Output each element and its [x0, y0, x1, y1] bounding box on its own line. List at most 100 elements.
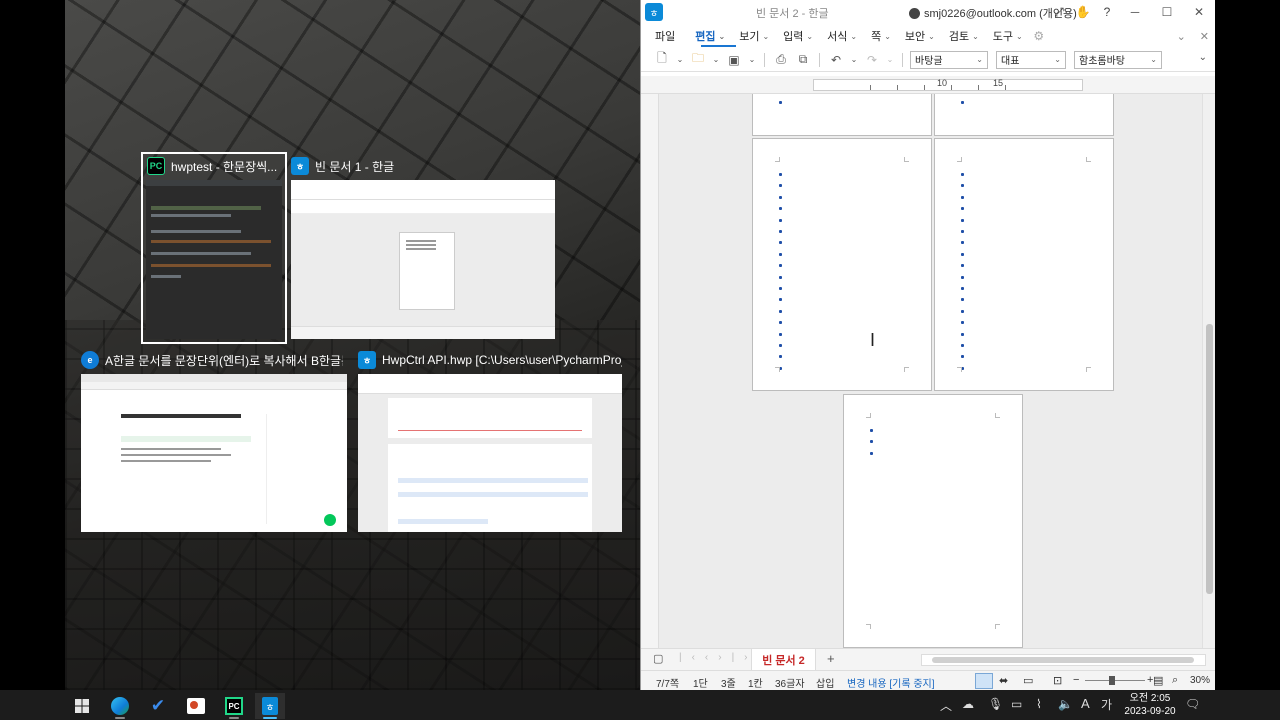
- page[interactable]: [752, 94, 932, 136]
- toolbar-divider: [764, 52, 765, 67]
- undo-icon[interactable]: ↶: [827, 51, 845, 69]
- paragraph-mark: [961, 230, 964, 233]
- horizontal-scrollbar[interactable]: [921, 654, 1206, 666]
- snap-window-pycharm[interactable]: PC hwptest - 한문장씩...: [141, 152, 287, 344]
- page[interactable]: [934, 138, 1114, 391]
- scrollbar-thumb[interactable]: [932, 657, 1194, 663]
- new-document-icon[interactable]: 🗋: [653, 51, 671, 69]
- taskbar-hangul[interactable]: ㅎ: [255, 693, 285, 719]
- notification-icon[interactable]: 🗨: [1185, 697, 1200, 711]
- crop-mark: [1086, 367, 1091, 372]
- minimize-button[interactable]: ─: [1119, 0, 1151, 24]
- ime-korean[interactable]: 가: [1101, 696, 1112, 713]
- hand-icon[interactable]: ✋: [1071, 0, 1095, 24]
- vertical-scrollbar[interactable]: [1202, 94, 1216, 648]
- zoom-level[interactable]: 30%: [1190, 675, 1210, 686]
- clock[interactable]: 오전 2:05 2023-09-20: [1120, 692, 1180, 718]
- view-normal-icon[interactable]: [975, 673, 993, 689]
- hangul-icon[interactable]: ㅎ: [645, 3, 663, 21]
- snap-window-hwpctrl[interactable]: ㅎ HwpCtrl API.hwp [C:\Users\user\Pycharm…: [357, 348, 623, 534]
- snap-window-edge[interactable]: e A한글 문서를 문장단위(엔터)로 복사해서 B한글문서에...: [80, 348, 348, 534]
- view-fit-icon[interactable]: ⊡: [1053, 674, 1062, 687]
- expand-icon[interactable]: ⤢: [1047, 0, 1071, 24]
- redo-icon[interactable]: ↷: [863, 51, 881, 69]
- edge-icon: [111, 697, 129, 715]
- volume-icon[interactable]: 🔈: [1058, 697, 1073, 711]
- tab-document[interactable]: 빈 문서 2: [751, 649, 816, 671]
- menu-view[interactable]: 보기 ⌄: [732, 24, 776, 48]
- menu-label: 편집: [695, 31, 716, 43]
- print-preview-icon[interactable]: ⧉: [794, 51, 812, 69]
- status-track-changes[interactable]: 변경 내용 [기록 중지]: [847, 675, 935, 690]
- help-icon[interactable]: ?: [1095, 0, 1119, 24]
- chevron-down-icon[interactable]: ⌄: [1177, 30, 1186, 43]
- battery-icon[interactable]: ▭: [1011, 697, 1022, 711]
- chevron-down-icon[interactable]: ⌄: [711, 51, 721, 69]
- zoom-slider-thumb[interactable]: [1109, 676, 1115, 685]
- zoom-slider[interactable]: [1085, 680, 1145, 681]
- close-ribbon-icon[interactable]: ✕: [1200, 30, 1209, 43]
- menu-label: 도구: [992, 31, 1014, 43]
- print-icon[interactable]: ⎙: [772, 51, 790, 69]
- tab-list-icon[interactable]: ▢: [653, 652, 663, 665]
- menu-insert[interactable]: 입력 ⌄: [776, 24, 820, 48]
- chevron-down-icon: ⌄: [1016, 31, 1023, 41]
- edge-thumbnail: [81, 374, 347, 532]
- microphone-icon[interactable]: 🎙: [988, 697, 1003, 711]
- menu-file[interactable]: 파일: [641, 24, 682, 48]
- document-title: 빈 문서 2 - 한글: [756, 8, 829, 20]
- chevron-down-icon[interactable]: ⌄: [849, 51, 859, 69]
- status-chars: 36글자: [775, 679, 805, 690]
- page[interactable]: [843, 394, 1023, 648]
- tray-overflow-icon[interactable]: ︿: [940, 697, 952, 714]
- start-button[interactable]: [67, 693, 97, 719]
- toolbar-divider: [819, 52, 820, 67]
- menu-format[interactable]: 서식 ⌄: [820, 24, 864, 48]
- view-grid-icon[interactable]: ▤: [1153, 674, 1163, 687]
- add-tab-button[interactable]: +: [827, 651, 835, 666]
- ruler-tick: [870, 85, 871, 90]
- taskbar-edge[interactable]: [105, 693, 135, 719]
- menu-page[interactable]: 쪽 ⌄: [864, 24, 898, 48]
- tab-nav-arrows-icon[interactable]: |‹‹›|›: [679, 652, 758, 663]
- scrollbar-thumb[interactable]: [1206, 324, 1213, 594]
- paragraph-mark: [779, 321, 782, 325]
- wifi-icon[interactable]: ⌇: [1036, 697, 1042, 711]
- taskbar-pycharm[interactable]: PC: [219, 693, 249, 719]
- zoom-search-icon[interactable]: ⌕: [1172, 674, 1178, 687]
- status-mode[interactable]: 삽입: [816, 675, 834, 690]
- snap-window-hangul-doc1[interactable]: ㅎ 빈 문서 1 - 한글: [288, 154, 556, 342]
- chevron-down-icon[interactable]: ⌄: [747, 51, 757, 69]
- close-button[interactable]: ✕: [1183, 0, 1215, 24]
- snap-title-row: e A한글 문서를 문장단위(엔터)로 복사해서 B한글문서에...: [81, 348, 343, 372]
- snap-assist-area: PC hwptest - 한문장씩... ㅎ 빈 문서 1 - 한글 e A한글…: [65, 0, 640, 690]
- language-select[interactable]: 대표 ⌄: [996, 50, 1066, 69]
- maximize-button[interactable]: ☐: [1151, 0, 1183, 24]
- taskbar-todo[interactable]: ✔: [143, 693, 173, 719]
- style-select[interactable]: 바탕글 ⌄: [910, 50, 988, 69]
- open-folder-icon[interactable]: 🗀: [689, 51, 707, 69]
- chevron-down-icon: ⌄: [976, 55, 983, 64]
- onedrive-icon[interactable]: ☁: [962, 697, 974, 711]
- page[interactable]: [934, 94, 1114, 136]
- font-select[interactable]: 함초롬바탕 ⌄: [1074, 50, 1162, 69]
- zoom-out-icon[interactable]: −: [1073, 674, 1079, 686]
- chevron-down-icon[interactable]: ⌄: [1199, 52, 1207, 63]
- page[interactable]: [752, 138, 932, 391]
- chevron-down-icon[interactable]: ⌄: [675, 51, 685, 69]
- snap-title: A한글 문서를 문장단위(엔터)로 복사해서 B한글문서에...: [105, 353, 343, 368]
- view-width-icon[interactable]: ⬌: [999, 674, 1008, 687]
- hangul-icon: ㅎ: [358, 351, 376, 369]
- left-letterbox: [0, 0, 65, 690]
- menu-tools[interactable]: 도구 ⌄: [986, 24, 1030, 48]
- save-icon[interactable]: ▣: [725, 51, 743, 69]
- view-page-icon[interactable]: ▭: [1023, 674, 1033, 687]
- status-page[interactable]: 7/7쪽: [656, 675, 679, 690]
- addin-icon[interactable]: ⚙: [1030, 24, 1048, 48]
- taskbar-powerpoint[interactable]: [181, 693, 211, 719]
- menu-review[interactable]: 검토 ⌄: [942, 24, 986, 48]
- chevron-down-icon[interactable]: ⌄: [885, 51, 895, 69]
- menu-security[interactable]: 보안 ⌄: [898, 24, 942, 48]
- ime-mode[interactable]: A: [1081, 696, 1090, 711]
- document-workspace[interactable]: I: [641, 94, 1216, 648]
